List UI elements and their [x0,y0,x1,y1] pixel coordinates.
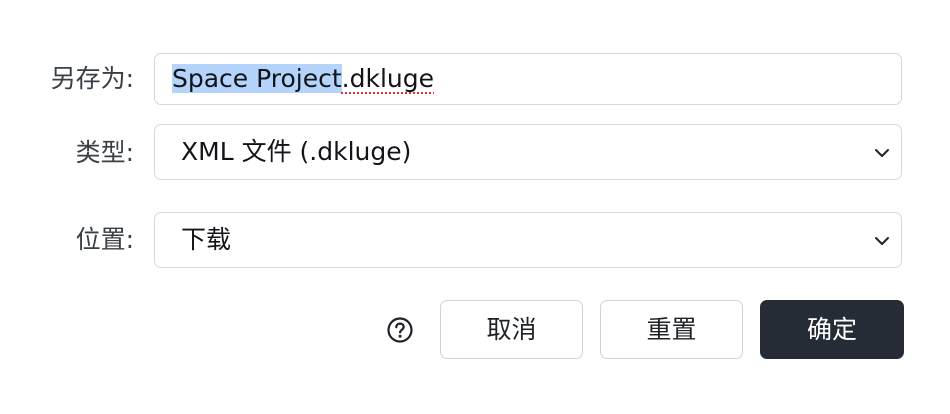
chevron-down-icon [875,237,889,245]
location-select-value: 下载 [181,225,232,254]
type-label: 类型: [75,138,134,167]
location-label: 位置: [75,225,134,254]
save-as-label: 另存为: [50,64,134,93]
type-select[interactable]: XML 文件 (.dkluge) [154,124,902,180]
type-select-value: XML 文件 (.dkluge) [181,137,412,166]
filename-text: Space Project.dkluge [172,63,434,95]
location-select[interactable]: 下载 [154,212,902,268]
reset-button[interactable]: 重置 [600,300,743,359]
confirm-button[interactable]: 确定 [760,300,904,359]
filename-selected-text: Space Project [172,64,342,93]
filename-extension-text: .dkluge [341,64,435,93]
cancel-button[interactable]: 取消 [440,300,583,359]
filename-input[interactable]: Space Project.dkluge [154,53,902,105]
save-as-dialog: 另存为: Space Project.dkluge 类型: XML 文件 (.d… [0,0,950,414]
help-circle-icon[interactable] [386,316,414,344]
chevron-down-icon [875,149,889,157]
